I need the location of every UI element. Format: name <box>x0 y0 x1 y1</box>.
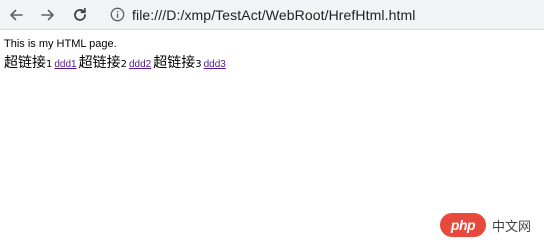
link-number: 1 <box>46 59 53 70</box>
hyperlink-ddd2[interactable]: ddd2 <box>129 59 151 70</box>
reload-button[interactable] <box>69 4 91 26</box>
link-number: 2 <box>120 59 127 70</box>
browser-toolbar: file:///D:/xmp/TestAct/WebRoot/HrefHtml.… <box>0 0 544 30</box>
hyperlink-ddd1[interactable]: ddd1 <box>54 59 76 70</box>
link-prefix: 超链接 <box>153 55 196 71</box>
intro-text: This is my HTML page. <box>4 38 117 50</box>
link-prefix: 超链接 <box>78 55 121 71</box>
info-icon[interactable] <box>109 7 125 23</box>
watermark: php 中文网 <box>440 213 531 237</box>
url-text[interactable]: file:///D:/xmp/TestAct/WebRoot/HrefHtml.… <box>132 7 415 23</box>
arrow-right-icon <box>41 9 54 21</box>
hyperlink-ddd3[interactable]: ddd3 <box>204 59 226 70</box>
forward-button[interactable] <box>37 4 59 26</box>
link-row: 超链接1 ddd1 超链接2 ddd2 超链接3 ddd3 <box>4 52 544 72</box>
watermark-text: 中文网 <box>492 219 532 235</box>
page-content: This is my HTML page. 超链接1 ddd1 超链接2 ddd2 超链… <box>4 38 544 230</box>
arrow-left-icon <box>10 9 23 21</box>
link-prefix: 超链接 <box>4 55 46 71</box>
link-number: 3 <box>195 59 202 70</box>
php-logo: php <box>440 213 486 237</box>
reload-icon <box>74 7 86 21</box>
address-bar[interactable]: file:///D:/xmp/TestAct/WebRoot/HrefHtml.… <box>101 2 538 27</box>
back-button[interactable] <box>5 4 27 26</box>
